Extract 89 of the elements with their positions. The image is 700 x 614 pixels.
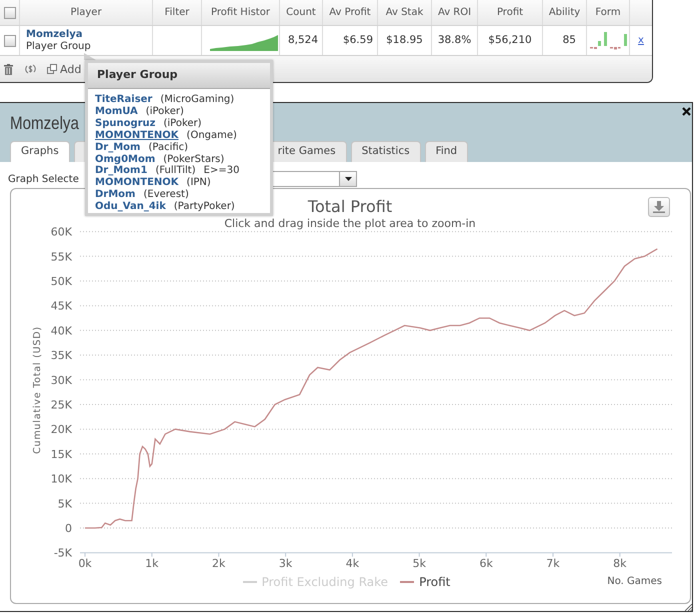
member-link[interactable]: Dr_Mom1 bbox=[95, 165, 148, 178]
y-axis-label: 55K bbox=[50, 250, 72, 264]
checkbox[interactable] bbox=[4, 6, 16, 18]
column-header[interactable]: Count bbox=[286, 5, 316, 20]
column-header[interactable]: Av ROI bbox=[438, 5, 472, 20]
add-button[interactable]: Add bbox=[47, 64, 82, 74]
y-axis-label: 0 bbox=[65, 522, 72, 535]
x-axis-label: 3k bbox=[278, 557, 292, 570]
y-axis-label: 10K bbox=[50, 472, 72, 486]
member-link[interactable]: TiteRaiser bbox=[95, 94, 152, 106]
y-axis-label: 30K bbox=[50, 374, 72, 387]
y-axis-label: 5K bbox=[58, 497, 72, 510]
site-label: (PokerStars) bbox=[163, 154, 224, 165]
member-link[interactable]: Omg0Mom bbox=[95, 154, 156, 166]
form-bar bbox=[604, 32, 606, 46]
tab[interactable]: Graphs bbox=[10, 141, 70, 162]
profit-history-sparkline bbox=[210, 35, 278, 51]
site-label: (MicroGaming) bbox=[160, 94, 234, 106]
resize-grip-icon[interactable] bbox=[685, 604, 692, 611]
remove-link[interactable]: x bbox=[638, 33, 644, 48]
column-header[interactable]: Form bbox=[595, 5, 621, 20]
member-link[interactable]: DrMom bbox=[95, 189, 136, 202]
x-axis-label: 2k bbox=[212, 557, 226, 570]
x-axis-label: 6k bbox=[479, 557, 493, 570]
y-axis-label: -5K bbox=[54, 546, 72, 560]
caret-down-icon bbox=[344, 177, 352, 181]
column-header[interactable]: Filter bbox=[164, 5, 190, 20]
ability-value: 85 bbox=[562, 32, 576, 48]
window-title: Momzelya bbox=[10, 112, 79, 134]
count-value: 8,524 bbox=[288, 32, 318, 48]
average-stake-value: $18.95 bbox=[386, 32, 423, 48]
member-link[interactable]: Spunogruz bbox=[95, 118, 156, 130]
y-axis-label: 50K bbox=[50, 275, 72, 288]
member-link[interactable]: Dr_Mom bbox=[95, 142, 140, 154]
y-axis-label: 15K bbox=[50, 448, 72, 461]
player-group-label: Player Group bbox=[26, 40, 91, 52]
member-link[interactable]: MOMONTENOK bbox=[95, 177, 179, 190]
profit-value: $56,210 bbox=[488, 32, 532, 48]
column-header[interactable]: Profit Histor bbox=[211, 5, 270, 20]
x-axis-label: 4k bbox=[346, 557, 360, 570]
site-label: (Ongame) bbox=[186, 130, 237, 142]
x-axis-title: No. Games bbox=[607, 575, 662, 589]
site-label: (iPoker) bbox=[146, 106, 184, 118]
x-axis-label: 7k bbox=[546, 557, 560, 570]
column-header[interactable]: Profit bbox=[496, 5, 524, 20]
y-axis-label: 60K bbox=[50, 226, 72, 239]
member-link[interactable]: MOMONTENOK bbox=[95, 130, 179, 142]
tab[interactable]: Find bbox=[424, 141, 468, 162]
roi-value: 38.8% bbox=[438, 32, 472, 48]
y-axis-label: 45K bbox=[50, 300, 72, 313]
form-bar bbox=[624, 34, 626, 46]
x-axis-label: 5k bbox=[412, 557, 426, 570]
note-label: E>=30 bbox=[204, 165, 240, 177]
site-label: (Pacific) bbox=[148, 142, 188, 154]
chart-subtitle: Click and drag inside the plot area to zoom-in bbox=[224, 217, 476, 230]
legend-item[interactable]: Profit bbox=[400, 575, 450, 589]
popup-title: Player Group bbox=[88, 63, 270, 89]
site-label: (PartyPoker) bbox=[174, 201, 235, 214]
graph-select-label: Graph Selecte bbox=[8, 172, 79, 186]
download-icon bbox=[653, 201, 665, 213]
column-header[interactable]: Av Stak bbox=[386, 5, 424, 20]
trash-icon[interactable] bbox=[4, 64, 13, 74]
player-name-link[interactable]: Momzelya bbox=[26, 28, 83, 40]
x-axis-label: 0k bbox=[78, 557, 92, 570]
download-button[interactable] bbox=[648, 197, 670, 217]
y-axis-label: 35K bbox=[50, 349, 72, 362]
y-axis-label: 40K bbox=[50, 324, 72, 338]
y-axis-label: 25K bbox=[50, 398, 72, 412]
close-icon[interactable] bbox=[682, 107, 691, 116]
site-label: (Everest) bbox=[143, 189, 189, 201]
column-header[interactable]: Ability bbox=[548, 5, 580, 20]
x-axis-label: 8k bbox=[613, 557, 627, 570]
checkbox[interactable] bbox=[4, 34, 16, 46]
member-link[interactable]: MomUA bbox=[95, 106, 138, 118]
site-label: (FullTilt) bbox=[155, 165, 196, 177]
y-axis-title: Cumulative Total (USD) bbox=[32, 326, 43, 454]
x-axis-label: 1k bbox=[145, 557, 159, 570]
chart-title: Total Profit bbox=[308, 197, 392, 216]
average-profit-value: $6.59 bbox=[342, 32, 373, 48]
column-header[interactable]: Player bbox=[70, 5, 102, 20]
tab[interactable]: Statistics bbox=[350, 141, 421, 162]
site-label: (iPoker) bbox=[164, 118, 202, 130]
dropdown-button[interactable] bbox=[339, 172, 356, 186]
site-label: (IPN) bbox=[186, 177, 211, 189]
y-axis-label: 20K bbox=[50, 423, 72, 436]
currency-refresh-icon[interactable] bbox=[25, 63, 36, 75]
member-link[interactable]: Odu_Van_4ik bbox=[95, 201, 166, 214]
column-header[interactable]: Av Profit bbox=[329, 5, 371, 20]
stacked-windows-icon bbox=[47, 64, 57, 74]
